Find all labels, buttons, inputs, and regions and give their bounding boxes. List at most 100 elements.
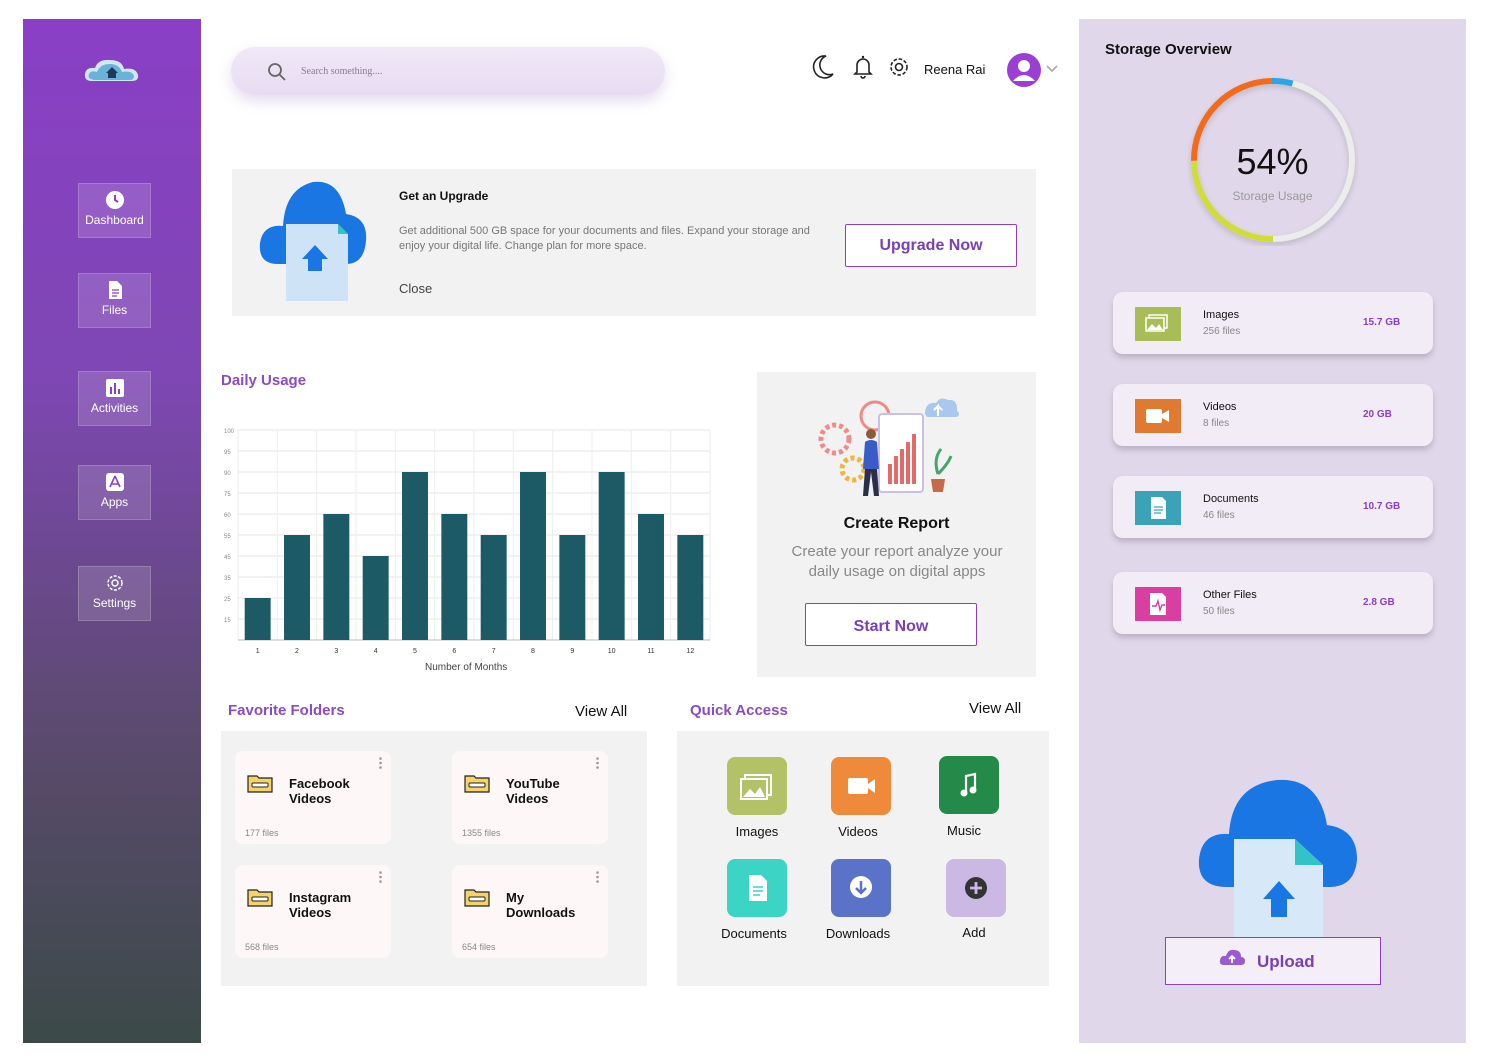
search-icon <box>268 63 286 81</box>
bar-month-5[interactable] <box>402 472 428 640</box>
images-icon <box>1135 307 1181 341</box>
folder-card-instagram-videos[interactable]: Instagram Videos 568 files <box>235 865 391 958</box>
quick-access-label: Images <box>735 824 779 839</box>
upgrade-now-button[interactable]: Upgrade Now <box>845 224 1017 267</box>
daily-usage-chart: 1009590756055453525151 2 3 4 5 6 7 8 9 10 11 12 <box>224 429 711 655</box>
sidebar-item-label: Dashboard <box>85 213 144 227</box>
daily-usage-title: Daily Usage <box>221 372 307 389</box>
folder-count: 177 files <box>245 828 279 838</box>
avatar[interactable] <box>1006 52 1042 88</box>
more-options-icon[interactable] <box>379 757 382 769</box>
settings-gear-icon[interactable] <box>887 54 911 80</box>
x-tick-label: 2 <box>295 648 299 655</box>
bar-month-3[interactable] <box>323 514 350 640</box>
x-tick-label: 6 <box>452 648 456 655</box>
quick-access-label: Videos <box>838 824 878 839</box>
storage-category-count: 50 files <box>1203 606 1235 617</box>
folder-card-facebook-videos[interactable]: Facebook Videos 177 files <box>235 751 391 844</box>
upload-button[interactable]: Upload <box>1165 937 1381 985</box>
quick-access-downloads[interactable] <box>831 859 891 917</box>
quick-access-label: Downloads <box>825 926 891 941</box>
folder-card-youtube-videos[interactable]: YouTube Videos 1355 files <box>452 751 608 844</box>
sidebar-item-apps[interactable]: Apps <box>78 465 151 520</box>
user-name[interactable]: Reena Rai <box>924 62 985 77</box>
folder-name: My Downloads <box>506 890 576 920</box>
folder-count: 568 files <box>245 942 279 952</box>
other-file-icon <box>1135 587 1181 621</box>
quick-access-videos[interactable] <box>831 757 891 815</box>
favorite-folders-title: Favorite Folders <box>228 702 345 719</box>
video-camera-icon <box>1135 399 1181 433</box>
bar-chart-icon <box>105 379 124 397</box>
quick-access-music[interactable] <box>939 756 999 814</box>
folder-icon <box>247 775 273 793</box>
images-icon <box>740 774 772 800</box>
bar-month-12[interactable] <box>677 535 704 640</box>
bar-month-1[interactable] <box>244 598 271 640</box>
chevron-down-icon[interactable] <box>1045 64 1059 74</box>
storage-category-size: 10.7 GB <box>1363 501 1401 512</box>
moon-icon[interactable] <box>811 54 835 80</box>
more-options-icon[interactable] <box>596 757 599 769</box>
cloud-upload-illustration-icon <box>1198 779 1357 957</box>
y-tick-label: 75 <box>224 492 231 498</box>
quick-access-title: Quick Access <box>690 702 788 719</box>
storage-card-videos[interactable]: Videos 8 files 20 GB <box>1113 384 1433 446</box>
quick-access-images[interactable] <box>727 757 787 815</box>
bar-month-10[interactable] <box>598 472 625 640</box>
cloud-logo-icon[interactable] <box>82 55 142 85</box>
bar-month-8[interactable] <box>520 472 546 640</box>
quick-access-documents[interactable] <box>727 859 787 917</box>
storage-usage-label: Storage Usage <box>1232 189 1313 203</box>
sidebar-item-files[interactable]: Files <box>78 273 151 328</box>
x-tick-label: 11 <box>647 648 654 655</box>
storage-category-name: Images <box>1203 309 1240 321</box>
sidebar-item-settings[interactable]: Settings <box>78 566 151 621</box>
quick-access-add[interactable] <box>946 859 1006 917</box>
sidebar-item-dashboard[interactable]: Dashboard <box>78 183 151 238</box>
storage-category-count: 46 files <box>1203 510 1235 521</box>
quick-access-view-all-link[interactable]: View All <box>969 700 1021 717</box>
upgrade-title: Get an Upgrade <box>399 189 489 203</box>
storage-arc-documents <box>1271 78 1294 87</box>
apps-icon <box>105 473 124 491</box>
search-placeholder: Search something.... <box>301 66 383 77</box>
bar-month-2[interactable] <box>284 535 310 640</box>
more-options-icon[interactable] <box>596 871 599 883</box>
bar-month-9[interactable] <box>559 535 586 640</box>
folder-name: Facebook Videos <box>289 776 350 806</box>
document-icon <box>1135 491 1181 525</box>
search-input[interactable]: Search something.... <box>231 47 665 95</box>
cloud-upload-icon <box>1219 949 1245 965</box>
storage-card-documents[interactable]: Documents 46 files 10.7 GB <box>1113 476 1433 538</box>
bar-month-11[interactable] <box>638 514 664 640</box>
folder-count: 654 files <box>462 942 496 952</box>
more-options-icon[interactable] <box>379 871 382 883</box>
bell-icon[interactable] <box>851 54 875 80</box>
storage-usage-percent: 54% <box>1236 141 1309 182</box>
storage-category-count: 8 files <box>1203 418 1230 429</box>
folder-count: 1355 files <box>462 828 501 838</box>
folder-card-my-downloads[interactable]: My Downloads 654 files <box>452 865 608 958</box>
bar-month-7[interactable] <box>480 535 507 640</box>
create-report-title: Create Report <box>843 515 950 532</box>
cloud-upload-icon <box>259 181 367 301</box>
storage-category-name: Other Files <box>1203 589 1257 601</box>
x-tick-label: 7 <box>492 648 496 655</box>
y-tick-label: 100 <box>224 429 235 435</box>
y-tick-label: 15 <box>224 618 231 624</box>
y-tick-label: 90 <box>224 471 231 477</box>
x-tick-label: 5 <box>413 648 417 655</box>
bar-month-6[interactable] <box>441 514 468 640</box>
start-now-button[interactable]: Start Now <box>805 603 977 646</box>
sidebar-item-label: Files <box>101 303 128 317</box>
video-camera-icon <box>848 778 875 794</box>
close-link[interactable]: Close <box>399 281 432 296</box>
folder-icon <box>247 889 273 907</box>
sidebar-item-activities[interactable]: Activities <box>78 371 151 426</box>
bar-month-4[interactable] <box>362 556 389 640</box>
storage-card-other-files[interactable]: Other Files 50 files 2.8 GB <box>1113 572 1433 634</box>
favorite-folders-view-all-link[interactable]: View All <box>575 703 627 720</box>
storage-category-count: 256 files <box>1203 326 1241 337</box>
storage-card-images[interactable]: Images 256 files 15.7 GB <box>1113 292 1433 354</box>
